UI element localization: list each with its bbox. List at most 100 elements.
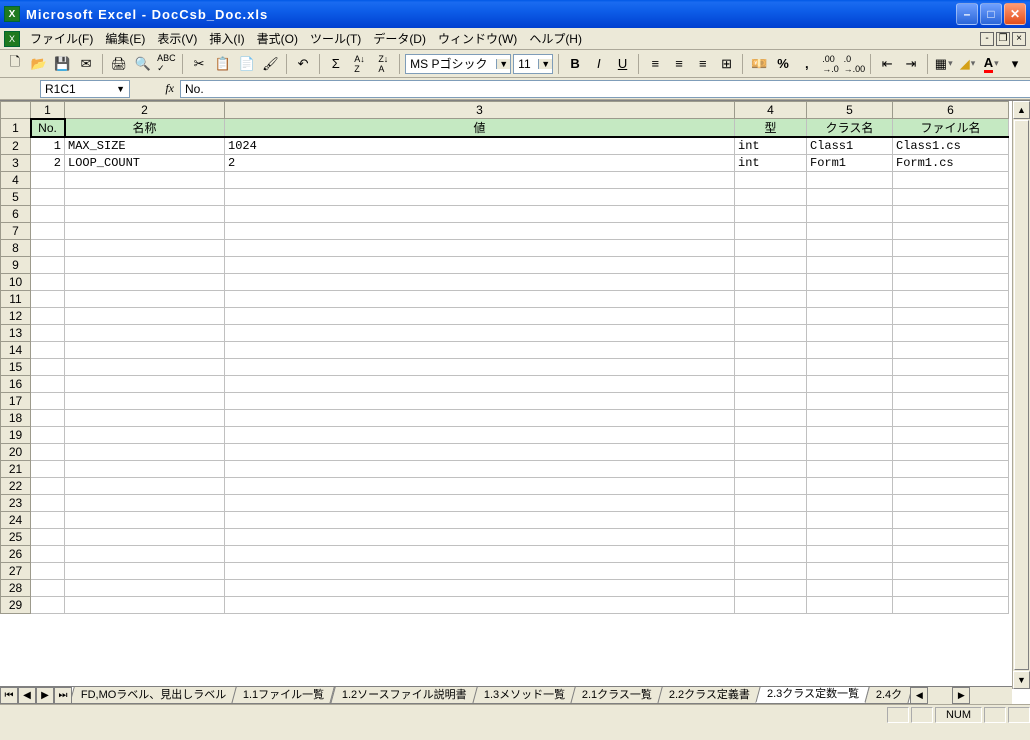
- cell[interactable]: [807, 171, 893, 188]
- sheet-tab[interactable]: FD,MOラベル、見出しラベル: [72, 687, 238, 703]
- sheet-tab[interactable]: 2.2クラス定義書: [657, 687, 761, 703]
- cell[interactable]: [65, 596, 225, 613]
- cell[interactable]: [893, 307, 1009, 324]
- cell[interactable]: [65, 375, 225, 392]
- cell[interactable]: [225, 239, 735, 256]
- paste-icon[interactable]: 📄: [236, 53, 258, 75]
- column-header[interactable]: 6: [893, 102, 1009, 119]
- cell[interactable]: [735, 392, 807, 409]
- column-header[interactable]: 1: [31, 102, 65, 119]
- cell[interactable]: [893, 426, 1009, 443]
- cell[interactable]: No.: [31, 119, 65, 138]
- scroll-left-icon[interactable]: ◀: [910, 687, 928, 704]
- cell[interactable]: [225, 205, 735, 222]
- menu-format[interactable]: 書式(O): [251, 28, 304, 49]
- cell[interactable]: [31, 511, 65, 528]
- cell[interactable]: [31, 562, 65, 579]
- next-sheet-icon[interactable]: ▶: [36, 687, 54, 704]
- cell[interactable]: [893, 375, 1009, 392]
- cell[interactable]: [735, 256, 807, 273]
- cell[interactable]: [735, 460, 807, 477]
- cell[interactable]: [735, 324, 807, 341]
- align-right-icon[interactable]: ≡: [692, 53, 714, 75]
- scroll-down-icon[interactable]: ▼: [1013, 671, 1030, 689]
- cell[interactable]: [65, 392, 225, 409]
- cell[interactable]: [735, 341, 807, 358]
- cell[interactable]: [735, 477, 807, 494]
- cell[interactable]: [225, 171, 735, 188]
- cell[interactable]: [225, 273, 735, 290]
- maximize-button[interactable]: □: [980, 3, 1002, 25]
- sheet-tab[interactable]: 1.1ファイル一覧: [232, 687, 336, 703]
- percent-icon[interactable]: %: [772, 53, 794, 75]
- select-all-corner[interactable]: [1, 102, 31, 119]
- align-left-icon[interactable]: ≡: [644, 53, 666, 75]
- cell[interactable]: [65, 324, 225, 341]
- cell[interactable]: [225, 579, 735, 596]
- print-preview-icon[interactable]: 🔍: [132, 53, 154, 75]
- cell[interactable]: [807, 426, 893, 443]
- prev-sheet-icon[interactable]: ◀: [18, 687, 36, 704]
- sort-asc-icon[interactable]: A↓Z: [349, 53, 371, 75]
- cell[interactable]: [807, 460, 893, 477]
- copy-icon[interactable]: 📋: [212, 53, 234, 75]
- cell[interactable]: [31, 256, 65, 273]
- cell[interactable]: [225, 324, 735, 341]
- open-icon[interactable]: 📂: [28, 53, 50, 75]
- column-header[interactable]: 2: [65, 102, 225, 119]
- undo-icon[interactable]: ↶: [292, 53, 314, 75]
- cell[interactable]: [807, 579, 893, 596]
- row-header[interactable]: 16: [1, 375, 31, 392]
- cell[interactable]: 2: [225, 154, 735, 171]
- font-size-dropdown[interactable]: 11 ▼: [513, 54, 553, 74]
- horizontal-scrollbar[interactable]: ◀ ▶: [910, 687, 970, 704]
- row-header[interactable]: 2: [1, 137, 31, 154]
- cell[interactable]: [893, 409, 1009, 426]
- save-icon[interactable]: 💾: [52, 53, 74, 75]
- cell[interactable]: [807, 545, 893, 562]
- menu-window[interactable]: ウィンドウ(W): [432, 28, 523, 49]
- cell[interactable]: [65, 494, 225, 511]
- cell[interactable]: [31, 494, 65, 511]
- cell[interactable]: [735, 494, 807, 511]
- cell[interactable]: [225, 494, 735, 511]
- mdi-restore-button[interactable]: ❐: [996, 32, 1010, 46]
- cell[interactable]: [735, 528, 807, 545]
- spreadsheet-grid[interactable]: 1 2 3 4 5 6 1 No. 名称 値 型 クラス名 ファイル名2 1 M…: [0, 101, 1009, 614]
- cell[interactable]: [31, 528, 65, 545]
- row-header[interactable]: 3: [1, 154, 31, 171]
- cell[interactable]: Class1.cs: [893, 137, 1009, 154]
- row-header[interactable]: 24: [1, 511, 31, 528]
- row-header[interactable]: 5: [1, 188, 31, 205]
- cell[interactable]: [807, 222, 893, 239]
- cell[interactable]: [807, 511, 893, 528]
- cell[interactable]: [65, 426, 225, 443]
- cell[interactable]: [893, 171, 1009, 188]
- cell[interactable]: [65, 307, 225, 324]
- cell[interactable]: [225, 562, 735, 579]
- cell[interactable]: [65, 358, 225, 375]
- cell[interactable]: [735, 545, 807, 562]
- scroll-thumb[interactable]: [1014, 120, 1029, 670]
- cell[interactable]: [31, 324, 65, 341]
- cell[interactable]: [31, 426, 65, 443]
- cell[interactable]: [735, 562, 807, 579]
- cell[interactable]: [225, 545, 735, 562]
- cell[interactable]: [735, 222, 807, 239]
- cell[interactable]: [893, 392, 1009, 409]
- cell[interactable]: [893, 256, 1009, 273]
- cell[interactable]: [807, 443, 893, 460]
- cell[interactable]: [31, 205, 65, 222]
- cell[interactable]: Class1: [807, 137, 893, 154]
- cell[interactable]: [893, 358, 1009, 375]
- formula-input[interactable]: No.: [180, 80, 1030, 98]
- fx-label[interactable]: fx: [130, 81, 180, 96]
- cell[interactable]: int: [735, 154, 807, 171]
- cell[interactable]: [65, 256, 225, 273]
- cell[interactable]: [735, 409, 807, 426]
- mdi-minimize-button[interactable]: -: [980, 32, 994, 46]
- menu-edit[interactable]: 編集(E): [99, 28, 151, 49]
- menu-help[interactable]: ヘルプ(H): [523, 28, 588, 49]
- cell[interactable]: [31, 460, 65, 477]
- cell[interactable]: [31, 341, 65, 358]
